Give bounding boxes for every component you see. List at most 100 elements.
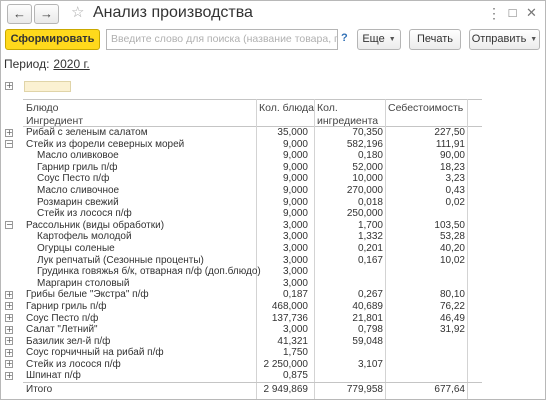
total-label: Итого	[26, 384, 53, 396]
table-row[interactable]: Картофель молодой 3,000 1,332 53,28	[23, 231, 482, 243]
row-ingr-qty: 0,180	[357, 150, 383, 162]
row-name: Шпинат п/ф	[26, 370, 81, 382]
row-dish-qty: 0,875	[282, 370, 308, 382]
back-button[interactable]: ←	[7, 4, 32, 24]
more-actions-icon[interactable]: ⋮	[487, 5, 502, 22]
table-row[interactable]: Соус Песто п/ф 9,000 10,000 3,23	[23, 173, 482, 185]
row-name: Гарнир гриль п/ф	[37, 161, 118, 173]
table-row[interactable]: + Базилик зел-й п/ф 41,321 59,048	[5, 335, 482, 348]
table-row[interactable]: Масло сливочное 9,000 270,000 0,43	[23, 185, 482, 197]
period-field: Период: 2020 г.	[4, 57, 90, 71]
row-cost: 31,92	[439, 324, 465, 336]
row-dish-qty: 9,000	[282, 208, 308, 220]
favorite-star-icon[interactable]: ☆	[71, 3, 84, 21]
row-dish-qty: 9,000	[282, 184, 308, 196]
expand-icon[interactable]: +	[5, 348, 13, 357]
title-bar: ← → ☆ Анализ производства ⋮ □ ✕	[1, 1, 545, 27]
report-table: Блюдо Ингредиент Кол. блюда Кол. ингреди…	[5, 99, 482, 399]
row-dish-qty: 9,000	[282, 150, 308, 162]
row-ingr-qty: 40,689	[352, 300, 383, 312]
row-ingr-qty: 21,801	[352, 312, 383, 324]
forward-button[interactable]: →	[34, 4, 59, 24]
table-row[interactable]: Масло оливковое 9,000 0,180 90,00	[23, 150, 482, 162]
row-ingr-qty: 0,798	[357, 324, 383, 336]
arrow-right-icon: →	[40, 6, 53, 21]
generate-button[interactable]: Сформировать	[5, 29, 100, 50]
row-ingr-qty: 0,167	[357, 254, 383, 266]
table-row[interactable]: − Стейк из форели северных морей 9,000 582,…	[5, 138, 482, 151]
row-dish-qty: 1,750	[282, 347, 308, 359]
table-row[interactable]: Маргарин столовый 3,000	[23, 278, 482, 290]
table-row[interactable]: Гарнир гриль п/ф 9,000 52,000 18,23	[23, 162, 482, 174]
search-input[interactable]: Введите слово для поиска (название товар…	[106, 29, 338, 50]
row-ingr-qty: 582,196	[346, 138, 383, 150]
expand-icon[interactable]: +	[5, 314, 13, 322]
row-name: Картофель молодой	[37, 231, 132, 243]
table-row[interactable]: Лук репчатый (Сезонные проценты) 3,000 0,1…	[23, 255, 482, 267]
row-dish-qty: 3,000	[282, 231, 308, 243]
window-title: Анализ производства	[93, 4, 253, 21]
expand-icon[interactable]: +	[5, 128, 13, 137]
close-icon[interactable]: ✕	[525, 6, 538, 19]
expand-icon[interactable]: +	[5, 360, 13, 369]
expand-icon[interactable]: +	[5, 302, 13, 311]
row-name: Салат "Летний"	[26, 324, 98, 336]
search-placeholder: Введите слово для поиска (название товар…	[111, 33, 337, 45]
collapse-icon[interactable]: −	[5, 140, 13, 149]
row-ingr-qty: 52,000	[352, 161, 383, 173]
send-label: Отправить	[471, 33, 527, 45]
row-cost: 227,50	[434, 127, 465, 138]
row-name: Розмарин свежий	[37, 196, 119, 208]
row-ingr-qty: 3,107	[357, 358, 383, 370]
row-ingr-qty: 70,350	[352, 127, 383, 138]
table-body: + Рибай с зеленым салатом 35,000 70,350 227,…	[5, 127, 482, 382]
table-row[interactable]: + Соус горчичный на рибай п/ф 1,750	[5, 347, 482, 359]
expand-icon[interactable]: +	[5, 337, 13, 346]
row-dish-qty: 3,000	[282, 277, 308, 289]
row-cost: 0,43	[445, 184, 465, 196]
more-button[interactable]: Еще ▼	[357, 29, 401, 50]
row-ingr-qty: 1,332	[357, 231, 383, 243]
row-ingr-qty: 0,018	[357, 196, 383, 208]
table-row[interactable]: Розмарин свежий 9,000 0,018 0,02	[23, 197, 482, 209]
row-name: Гарнир гриль п/ф	[26, 300, 107, 312]
expand-icon[interactable]: +	[5, 290, 13, 299]
help-icon[interactable]: ?	[341, 32, 348, 44]
table-row[interactable]: + Салат "Летний" 3,000 0,798 31,92	[5, 324, 482, 336]
table-header: Блюдо Ингредиент Кол. блюда Кол. ингреди…	[23, 99, 482, 127]
row-name: Базилик зел-й п/ф	[26, 335, 111, 347]
table-row[interactable]: Огурцы соленые 3,000 0,201 40,20	[23, 243, 482, 255]
expand-icon[interactable]: +	[5, 371, 13, 380]
total-dish-qty: 2 949,869	[263, 384, 309, 396]
table-row[interactable]: Грудинка говяжья б/к, отварная п/ф (доп.…	[23, 266, 482, 278]
open-new-window-icon[interactable]: □	[506, 6, 519, 19]
period-value-link[interactable]: 2020 г.	[53, 57, 89, 71]
arrow-left-icon: ←	[13, 6, 26, 21]
settings-cell	[24, 81, 71, 92]
table-row[interactable]: + Гарнир гриль п/ф 468,000 40,689 76,22	[5, 300, 482, 313]
header-ingredient: Ингредиент	[26, 115, 84, 127]
table-row[interactable]: + Грибы белые "Экстра" п/ф 0,187 0,267 80,10	[5, 289, 482, 301]
row-name: Маргарин столовый	[37, 277, 130, 289]
table-row[interactable]: − Рассольник (виды обработки) 3,000 1,700 10…	[5, 219, 482, 232]
header-dish-qty: Кол. блюда	[259, 102, 314, 114]
expand-all-icon[interactable]: +	[5, 82, 13, 90]
table-row[interactable]: + Шпинат п/ф 0,875	[5, 370, 482, 382]
print-button[interactable]: Печать	[409, 29, 461, 50]
row-cost: 90,00	[439, 150, 465, 162]
row-name: Соус Песто п/ф	[37, 173, 110, 185]
header-dish: Блюдо	[26, 102, 59, 114]
more-label: Еще	[362, 33, 385, 45]
row-name: Рассольник (виды обработки)	[26, 219, 165, 231]
row-dish-qty: 0,187	[282, 289, 308, 301]
collapse-icon[interactable]: −	[5, 221, 13, 230]
row-dish-qty: 137,736	[271, 312, 308, 324]
send-button[interactable]: Отправить ▼	[469, 29, 540, 50]
row-cost: 53,28	[439, 231, 465, 243]
table-row[interactable]: Стейк из лосося п/ф 9,000 250,000	[23, 208, 482, 220]
expand-icon[interactable]: +	[5, 325, 13, 334]
table-row[interactable]: + Рибай с зеленым салатом 35,000 70,350 227,…	[5, 127, 482, 139]
table-row[interactable]: + Стейк из лосося п/ф 2 250,000 3,107	[5, 358, 482, 371]
total-row: Итого 2 949,869 779,958 677,64	[23, 382, 482, 395]
table-row[interactable]: + Соус Песто п/ф 137,736 21,801 46,49	[5, 312, 482, 325]
